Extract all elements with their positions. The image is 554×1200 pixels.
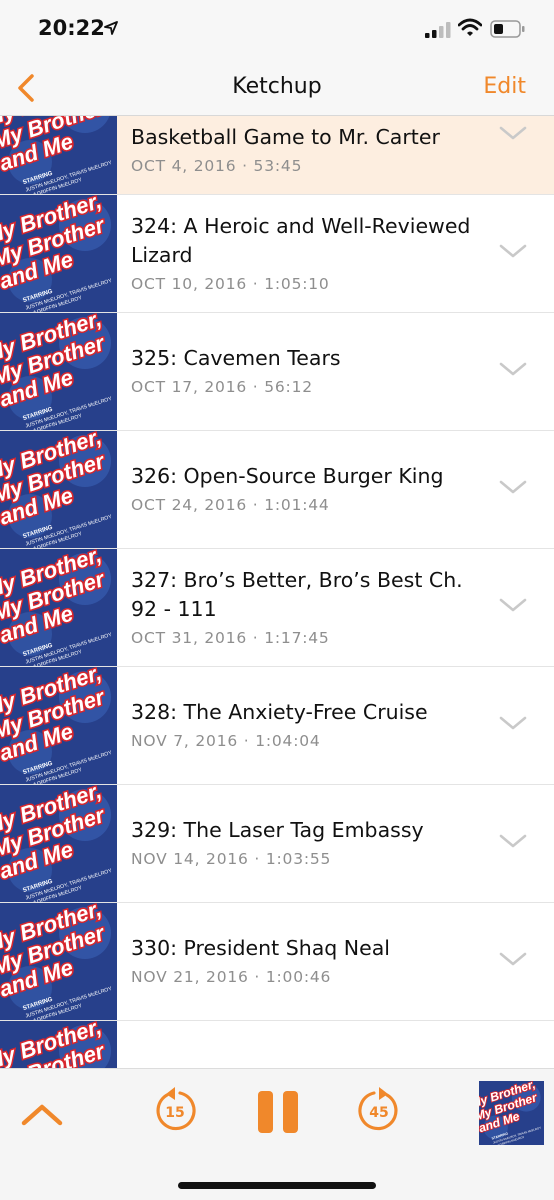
- episode-meta: OCT 24, 2016 · 1:01:44: [131, 496, 330, 514]
- episode-artwork: My Brother,My Brotherand MeSTARRINGJUSTI…: [0, 1021, 117, 1068]
- skip-back-button[interactable]: 15: [152, 1085, 198, 1135]
- episode-info: 326: Open-Source Burger King OCT 24, 2016…: [131, 431, 482, 548]
- episode-info: 325: Cavemen Tears OCT 17, 2016 · 56:12: [131, 313, 482, 430]
- chevron-down-icon[interactable]: [498, 124, 528, 142]
- podcast-artwork: My Brother,My Brotherand MeSTARRINGJUSTI…: [0, 1021, 117, 1068]
- chevron-down-icon[interactable]: [498, 596, 528, 614]
- episode-title: 324: A Heroic and Well-Reviewed Lizard: [131, 213, 471, 267]
- episode-meta: NOV 21, 2016 · 1:00:46: [131, 968, 332, 986]
- episode-artwork: My Brother,My Brotherand MeSTARRINGJUSTI…: [0, 431, 117, 548]
- episode-row[interactable]: My Brother,My Brotherand MeSTARRINGJUSTI…: [0, 195, 554, 313]
- episode-info: 328: The Anxiety-Free Cruise NOV 7, 2016 …: [131, 667, 482, 784]
- episode-meta: OCT 10, 2016 · 1:05:10: [131, 274, 330, 293]
- episode-info: 323: How I Lost the Fateful Basketball G…: [131, 116, 482, 194]
- episode-meta: OCT 4, 2016 · 53:45: [131, 156, 303, 175]
- signal-icon: [425, 22, 451, 38]
- episode-meta: NOV 14, 2016 · 1:03:55: [131, 850, 332, 868]
- episode-row[interactable]: My Brother,My Brotherand MeSTARRINGJUSTI…: [0, 667, 554, 785]
- skip-forward-button[interactable]: 45: [356, 1085, 402, 1135]
- episode-row[interactable]: My Brother,My Brotherand MeSTARRINGJUSTI…: [0, 549, 554, 667]
- podcast-artwork: My Brother,My Brotherand MeSTARRINGJUSTI…: [0, 116, 117, 194]
- status-time: 20:22: [38, 16, 105, 40]
- skip-forward-seconds: 45: [369, 1105, 389, 1121]
- episode-info: 329: The Laser Tag Embassy NOV 14, 2016 ·…: [131, 785, 482, 902]
- episode-row[interactable]: My Brother,My Brotherand MeSTARRINGJUSTI…: [0, 785, 554, 903]
- episode-title: 328: The Anxiety-Free Cruise: [131, 700, 428, 724]
- episode-title: 330: President Shaq Neal: [131, 936, 390, 960]
- chevron-down-icon[interactable]: [498, 478, 528, 496]
- podcast-artwork: My Brother,My Brotherand MeSTARRINGJUSTI…: [479, 1081, 544, 1145]
- episode-title: 329: The Laser Tag Embassy: [131, 818, 424, 842]
- now-playing-artwork[interactable]: My Brother, My Brother and Me STARRING JUSTI…: [479, 1081, 544, 1145]
- chevron-up-icon[interactable]: [20, 1099, 64, 1129]
- chevron-down-icon[interactable]: [498, 242, 528, 260]
- podcast-artwork: My Brother,My Brotherand MeSTARRINGJUSTI…: [0, 785, 117, 902]
- episode-artwork: My Brother,My Brotherand MeSTARRINGJUSTI…: [0, 195, 117, 312]
- episode-artwork: My Brother,My Brotherand MeSTARRINGJUSTI…: [0, 667, 117, 784]
- episode-title: 326: Open-Source Burger King: [131, 464, 444, 488]
- edit-button[interactable]: Edit: [483, 74, 526, 99]
- episode-artwork: My Brother,My Brotherand MeSTARRINGJUSTI…: [0, 116, 117, 194]
- episode-title: 323: How I Lost the Fateful Basketball G…: [131, 116, 440, 149]
- podcast-artwork: My Brother,My Brotherand MeSTARRINGJUSTI…: [0, 667, 117, 784]
- episode-row[interactable]: My Brother,My Brotherand MeSTARRINGJUSTI…: [0, 431, 554, 549]
- episode-info: 327: Bro’s Better, Bro’s Best Ch. 92 - 1…: [131, 549, 482, 666]
- episode-info: 331: Bro’s Better, Bro’s Best Ch.: [131, 1021, 482, 1068]
- episode-artwork: My Brother,My Brotherand MeSTARRINGJUSTI…: [0, 903, 117, 1020]
- podcast-artwork: My Brother,My Brotherand MeSTARRINGJUSTI…: [0, 431, 117, 548]
- episode-artwork: My Brother,My Brotherand MeSTARRINGJUSTI…: [0, 785, 117, 902]
- podcast-artwork: My Brother,My Brotherand MeSTARRINGJUSTI…: [0, 549, 117, 666]
- episode-title: 325: Cavemen Tears: [131, 346, 341, 370]
- pause-button[interactable]: [256, 1089, 300, 1135]
- episode-info: 330: President Shaq Neal NOV 21, 2016 · 1…: [131, 903, 482, 1020]
- podcast-artwork: My Brother,My Brotherand MeSTARRINGJUSTI…: [0, 195, 117, 312]
- nav-bar: Ketchup Edit: [0, 60, 554, 116]
- chevron-down-icon[interactable]: [498, 360, 528, 378]
- episode-meta: OCT 31, 2016 · 1:17:45: [131, 628, 330, 647]
- episode-artwork: My Brother,My Brotherand MeSTARRINGJUSTI…: [0, 313, 117, 430]
- battery-icon: [490, 20, 525, 38]
- home-indicator: [178, 1182, 376, 1189]
- podcast-artwork: My Brother,My Brotherand MeSTARRINGJUSTI…: [0, 313, 117, 430]
- player-bar: 15 45 My Brother, My Brother and Me STARRIN…: [0, 1068, 554, 1200]
- page-title: Ketchup: [232, 74, 322, 99]
- episode-info: 324: A Heroic and Well-Reviewed Lizard OC…: [131, 195, 482, 312]
- chevron-down-icon[interactable]: [498, 714, 528, 732]
- episode-artwork: My Brother,My Brotherand MeSTARRINGJUSTI…: [0, 549, 117, 666]
- episode-row[interactable]: My Brother,My Brotherand MeSTARRINGJUSTI…: [0, 903, 554, 1021]
- episode-row[interactable]: My Brother,My Brotherand MeSTARRINGJUSTI…: [0, 1021, 554, 1068]
- wifi-icon: [458, 18, 482, 36]
- episode-meta: OCT 17, 2016 · 56:12: [131, 378, 313, 396]
- skip-back-seconds: 15: [165, 1105, 185, 1121]
- status-bar: 20:22: [0, 0, 554, 60]
- episode-row[interactable]: My Brother,My Brotherand MeSTARRINGJUSTI…: [0, 313, 554, 431]
- episode-title: 327: Bro’s Better, Bro’s Best Ch. 92 - 1…: [131, 567, 463, 621]
- episode-list[interactable]: My Brother,My Brotherand MeSTARRINGJUSTI…: [0, 116, 554, 1068]
- podcast-artwork: My Brother,My Brotherand MeSTARRINGJUSTI…: [0, 903, 117, 1020]
- episode-meta: NOV 7, 2016 · 1:04:04: [131, 732, 321, 750]
- location-arrow-icon: [104, 21, 118, 35]
- chevron-down-icon[interactable]: [498, 832, 528, 850]
- chevron-down-icon[interactable]: [498, 950, 528, 968]
- episode-row[interactable]: My Brother,My Brotherand MeSTARRINGJUSTI…: [0, 116, 554, 195]
